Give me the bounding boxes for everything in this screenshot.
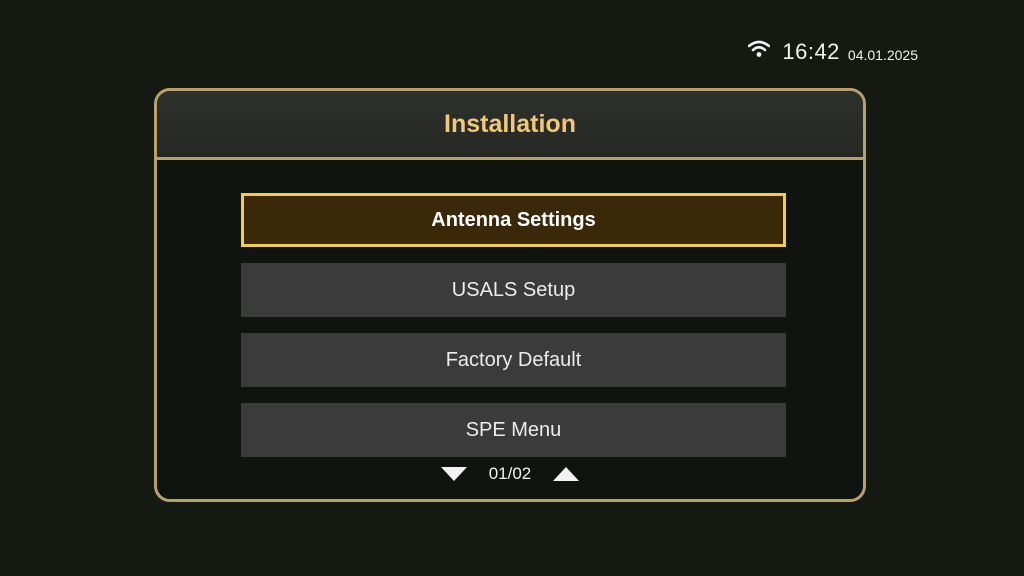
triangle-down-icon[interactable] <box>440 467 467 481</box>
status-bar: 16:42 04.01.2025 <box>748 36 918 68</box>
wifi-icon <box>748 40 771 57</box>
menu-item-label: USALS Setup <box>451 278 576 301</box>
menu-item-spe-menu[interactable]: SPE Menu <box>241 403 786 457</box>
menu-item-antenna-settings[interactable]: Antenna Settings <box>241 193 786 247</box>
triangle-up-icon[interactable] <box>553 467 580 481</box>
panel-title: Installation <box>444 109 576 138</box>
menu-item-label: Factory Default <box>445 348 582 371</box>
pager: 01/02 <box>157 464 863 484</box>
menu-item-label: SPE Menu <box>465 418 562 441</box>
clock-date: 04.01.2025 <box>847 47 918 63</box>
clock-time: 16:42 <box>782 39 840 64</box>
page-indicator: 01/02 <box>488 464 532 483</box>
installation-panel: Installation Antenna Settings USALS Setu… <box>154 88 866 502</box>
menu-item-factory-default[interactable]: Factory Default <box>241 333 786 387</box>
installation-menu: Antenna Settings USALS Setup Factory Def… <box>241 193 786 473</box>
menu-item-label: Antenna Settings <box>431 208 596 231</box>
menu-item-usals-setup[interactable]: USALS Setup <box>241 263 786 317</box>
panel-header: Installation <box>157 91 863 160</box>
